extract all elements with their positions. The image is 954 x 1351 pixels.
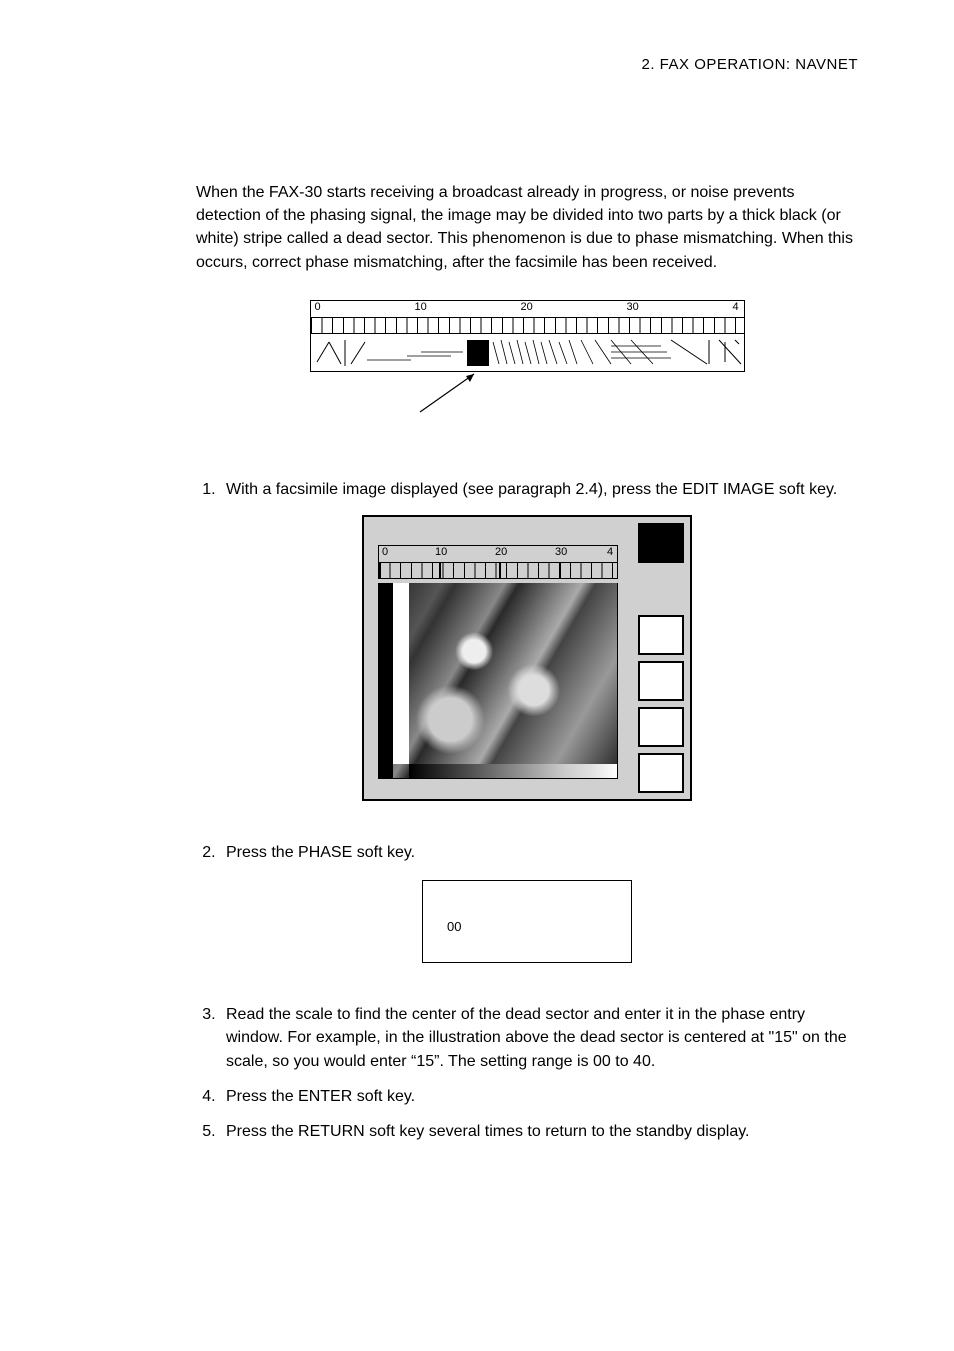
softkey-3[interactable] (638, 661, 684, 701)
fax-image (378, 583, 618, 779)
ruler-tick-20: 20 (521, 301, 533, 313)
navnet-screen: 0 10 20 30 4 (362, 515, 692, 801)
softkey-5[interactable] (638, 753, 684, 793)
screen-ruler: 0 10 20 30 4 (378, 545, 618, 563)
page-header: 2. FAX OPERATION: NAVNET (104, 56, 858, 73)
step-3: Read the scale to find the center of the… (220, 1003, 858, 1073)
instruction-list-final: Read the scale to find the center of the… (220, 1003, 858, 1143)
fax-strip (310, 334, 745, 372)
dead-sector-callout-arrow (310, 370, 745, 414)
ruler-tick-40: 4 (733, 301, 739, 313)
phase-value: 00 (447, 919, 607, 934)
step-1: With a facsimile image displayed (see pa… (220, 478, 858, 501)
dead-sector-figure: 0 10 20 30 4 (310, 300, 745, 416)
ruler-ticks (310, 318, 745, 334)
instruction-list-continued: Press the PHASE soft key. (220, 841, 858, 864)
ruler-tick-0: 0 (315, 301, 321, 313)
instruction-list: With a facsimile image displayed (see pa… (220, 478, 858, 501)
intro-paragraph: When the FAX-30 starts receiving a broad… (196, 181, 858, 274)
softkey-1[interactable] (638, 523, 684, 563)
fax-sketch (311, 334, 745, 372)
grayscale-bar (409, 764, 617, 778)
screen-ruler-ticks (378, 563, 618, 579)
ruler-tick-30: 30 (627, 301, 639, 313)
softkey-2[interactable] (638, 615, 684, 655)
step-4: Press the ENTER soft key. (220, 1085, 858, 1108)
softkey-4[interactable] (638, 707, 684, 747)
ruler-scale: 0 10 20 30 4 (310, 300, 745, 318)
phase-entry-window: 00 (422, 880, 632, 963)
step-2: Press the PHASE soft key. (220, 841, 858, 864)
step-5: Press the RETURN soft key several times … (220, 1120, 858, 1143)
ruler-tick-10: 10 (415, 301, 427, 313)
softkey-column (632, 517, 690, 799)
